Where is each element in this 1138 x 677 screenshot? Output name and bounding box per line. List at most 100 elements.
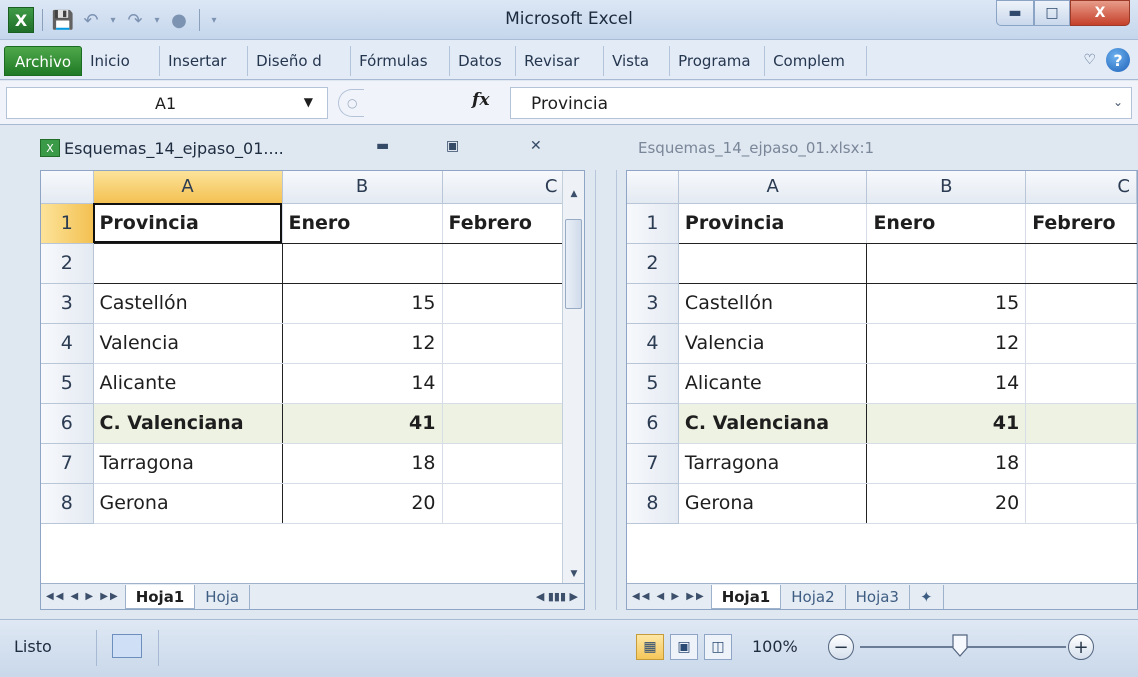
column-header-a[interactable]: A [678,171,868,204]
tab-vista[interactable]: Vista [604,46,671,76]
row-header[interactable]: 2 [41,243,94,284]
zoom-out-button[interactable]: − [828,634,854,660]
table-cell[interactable]: Valencia [93,323,283,364]
table-cell[interactable] [442,483,565,524]
tab-insertar[interactable]: Insertar [160,46,249,76]
row-header[interactable]: 3 [627,283,679,324]
scroll-down-icon[interactable]: ▼ [563,569,585,579]
row-header[interactable]: 6 [627,403,679,444]
table-cell[interactable] [442,403,565,444]
sheet-tab-hoja2[interactable]: Hoja2 [781,584,846,609]
restore-window-icon[interactable]: ▣ [446,138,459,154]
normal-view-icon[interactable]: ▦ [636,634,664,660]
zoom-in-button[interactable]: + [1068,634,1094,660]
table-cell[interactable]: Enero [282,203,443,244]
vertical-scrollbar[interactable]: ▲ ▼ [562,171,584,583]
table-cell[interactable] [866,243,1027,284]
table-cell[interactable]: C. Valenciana [678,403,868,444]
table-cell[interactable]: Gerona [678,483,868,524]
table-cell[interactable]: 41 [282,403,443,444]
table-cell[interactable]: 15 [282,283,443,324]
record-macro-icon[interactable] [112,634,142,658]
table-cell[interactable] [442,323,565,364]
table-cell[interactable] [442,243,565,284]
row-header[interactable]: 8 [627,483,679,524]
row-header[interactable]: 1 [41,203,94,244]
row-header[interactable]: 4 [627,323,679,364]
table-cell[interactable] [93,243,283,284]
row-header[interactable]: 5 [41,363,94,404]
sheet-tab-hoja3[interactable]: Hoja3 [846,584,910,609]
tab-complementos[interactable]: Complem [765,46,868,76]
insert-function-button[interactable]: fx [472,90,489,110]
table-cell[interactable] [1025,283,1137,324]
column-header-c[interactable]: C [442,171,565,204]
zoom-level[interactable]: 100% [752,637,798,656]
tab-inicio[interactable]: Inicio [82,46,161,76]
table-cell[interactable] [1025,483,1137,524]
table-cell[interactable]: Alicante [678,363,868,404]
table-cell[interactable]: C. Valenciana [93,403,283,444]
sheet-tab-hoja2[interactable]: Hoja [195,584,251,609]
table-cell[interactable]: 18 [866,443,1027,484]
table-cell[interactable]: 20 [282,483,443,524]
table-cell[interactable]: 20 [866,483,1027,524]
minimize-window-icon[interactable]: ▬ [376,138,389,154]
expand-formula-icon[interactable]: ⌄ [1113,95,1123,109]
table-cell[interactable] [1025,323,1137,364]
horizontal-scrollbar[interactable]: ◀ ▮▮▮ ▶ [536,590,584,603]
table-cell[interactable] [442,443,565,484]
table-cell[interactable]: 14 [866,363,1027,404]
scrollbar-thumb[interactable] [565,219,582,309]
row-header[interactable]: 8 [41,483,94,524]
table-cell[interactable]: 12 [866,323,1027,364]
formula-bar-resize-icon[interactable]: ○ [338,89,364,117]
column-header-b[interactable]: B [282,171,443,204]
sheet-navigation-icons[interactable]: ◀◀ ◀ ▶ ▶▶ [41,591,125,602]
page-layout-view-icon[interactable]: ▣ [670,634,698,660]
tab-archivo[interactable]: Archivo [4,46,83,76]
tab-programador[interactable]: Programa [670,46,766,76]
table-cell[interactable] [282,243,443,284]
table-cell[interactable]: Tarragona [93,443,283,484]
table-cell[interactable] [442,363,565,404]
row-header[interactable]: 6 [41,403,94,444]
cell-a1[interactable]: Provincia [93,203,283,244]
tab-datos[interactable]: Datos [450,46,517,76]
table-cell[interactable]: 14 [282,363,443,404]
chevron-down-icon[interactable]: ▼ [304,95,313,109]
table-cell[interactable]: Gerona [93,483,283,524]
table-cell[interactable] [1025,443,1137,484]
column-header-a[interactable]: A [93,171,283,204]
table-cell[interactable]: Enero [866,203,1027,244]
zoom-slider-thumb[interactable] [952,634,968,658]
column-header-c[interactable]: C [1025,171,1137,204]
close-window-icon[interactable]: ✕ [530,138,542,154]
table-cell[interactable]: Valencia [678,323,868,364]
table-cell[interactable]: Febrero [442,203,565,244]
tab-diseno[interactable]: Diseño d [248,46,352,76]
table-cell[interactable]: Febrero [1025,203,1137,244]
table-cell[interactable]: Tarragona [678,443,868,484]
row-header[interactable]: 4 [41,323,94,364]
page-break-view-icon[interactable]: ◫ [704,634,732,660]
row-header[interactable]: 5 [627,363,679,404]
table-cell[interactable] [442,283,565,324]
insert-sheet-icon[interactable]: ✦ [910,584,944,609]
minimize-button[interactable]: ▬ [996,0,1034,26]
row-header[interactable]: 7 [627,443,679,484]
table-cell[interactable]: 12 [282,323,443,364]
column-header-b[interactable]: B [866,171,1027,204]
help-icon[interactable]: ? [1106,48,1130,72]
select-all-corner[interactable] [41,171,94,204]
sheet-tab-hoja1[interactable]: Hoja1 [710,584,782,609]
table-cell[interactable]: Provincia [678,203,868,244]
tab-revisar[interactable]: Revisar [516,46,605,76]
table-cell[interactable] [1025,403,1137,444]
table-cell[interactable]: Castellón [93,283,283,324]
table-cell[interactable] [1025,363,1137,404]
close-button[interactable]: X [1070,0,1130,26]
row-header[interactable]: 7 [41,443,94,484]
formula-input[interactable]: Provincia ⌄ [510,87,1132,119]
scroll-up-icon[interactable]: ▲ [563,189,585,199]
